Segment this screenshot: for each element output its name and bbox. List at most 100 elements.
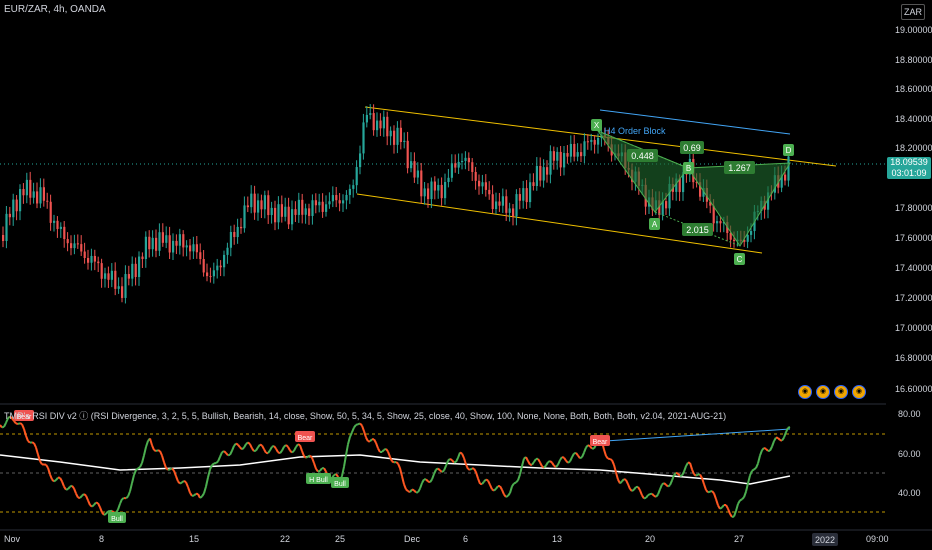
candle-body (304, 208, 307, 215)
rsi-segment (91, 504, 95, 508)
candle-body (365, 114, 368, 123)
candle-body (488, 189, 491, 195)
svg-text:Bull: Bull (111, 516, 123, 523)
rsi-segment (515, 479, 519, 484)
rsi-segment (249, 443, 253, 449)
rsi-segment (743, 491, 747, 498)
rsi-segment (641, 494, 645, 499)
bar-countdown: 03:01:09 (891, 168, 927, 178)
candle-body (267, 195, 270, 216)
candle-body (406, 140, 409, 169)
rsi-hbull-label: H Bull (306, 473, 331, 484)
candle-body (233, 231, 236, 238)
candle-body (15, 199, 18, 212)
navigation-icon-4[interactable]: ◉ (852, 385, 866, 399)
rsi-segment (669, 480, 673, 486)
svg-text:17.80000: 17.80000 (895, 203, 932, 213)
rsi-segment (579, 456, 583, 460)
candle-body (525, 188, 528, 203)
rsi-segment (389, 456, 393, 462)
rsi-segment (83, 493, 87, 497)
candle-body (590, 139, 593, 142)
rsi-segment (747, 475, 751, 484)
rsi-segment (373, 438, 377, 444)
candle-body (719, 221, 722, 224)
candle-body (93, 255, 96, 262)
rsi-segment (349, 431, 353, 438)
candle-body (512, 208, 515, 217)
current-price-value: 18.09539 (890, 157, 928, 167)
candle-body (178, 234, 181, 246)
chart-stage[interactable]: X A B C D 0.448 0.69 1.267 2.015 H4 Orde… (0, 0, 932, 550)
candle-body (518, 194, 521, 201)
candle-body (168, 235, 171, 253)
pattern-point-b: B (683, 162, 694, 174)
rsi-segment (273, 445, 277, 450)
rsi-segment (49, 474, 53, 480)
rsi-segment (627, 483, 631, 490)
svg-text:18.20000: 18.20000 (895, 143, 932, 153)
navigation-icon-2[interactable]: ◉ (816, 385, 830, 399)
candle-body (185, 245, 188, 248)
rsi-segment (131, 474, 135, 484)
candle-body (158, 232, 161, 251)
price-axis[interactable]: 19.00000 18.80000 18.60000 18.40000 18.2… (895, 25, 932, 394)
rsi-segment (253, 449, 257, 453)
rsi-segment (651, 493, 655, 497)
candle-body (515, 194, 518, 217)
rsi-segment (359, 422, 363, 427)
rsi-segment (551, 462, 555, 467)
candle-body (25, 179, 28, 196)
rsi-segment (149, 438, 153, 446)
rsi-segment (559, 456, 563, 461)
candle-body (450, 163, 453, 178)
svg-text:27: 27 (734, 534, 744, 544)
rsi-segment (55, 477, 59, 481)
rsi-segment (459, 451, 463, 455)
rsi-segment (619, 480, 623, 485)
rsi-segment (351, 427, 355, 433)
indicator-legend[interactable]: TMR's RSI DIV v2 ⓘ (RSI Divergence, 3, 2… (4, 409, 726, 422)
svg-text:19.00000: 19.00000 (895, 25, 932, 35)
rsi-segment (555, 463, 559, 468)
time-axis[interactable]: Nov 8 15 22 25 Dec 6 13 20 27 2022 09:00 (4, 533, 889, 546)
pattern-point-x: X (591, 119, 602, 131)
candle-body (457, 161, 460, 168)
rsi-segment (365, 437, 369, 442)
rsi-segment (419, 482, 423, 489)
svg-text:2.015: 2.015 (686, 225, 709, 235)
candle-body (413, 161, 416, 178)
rsi-segment (51, 478, 55, 483)
candle-body (376, 120, 379, 131)
rsi-segment (241, 446, 245, 451)
candle-body (110, 270, 113, 280)
currency-badge[interactable]: ZAR (901, 4, 925, 20)
candle-body (294, 209, 297, 215)
symbol-title[interactable]: EUR/ZAR, 4h, OANDA (4, 4, 106, 15)
candle-body (508, 208, 511, 213)
candle-body (539, 166, 542, 181)
rsi-segment (317, 469, 321, 473)
navigation-icon-1[interactable]: ◉ (798, 385, 812, 399)
rsi-segment (267, 449, 271, 454)
rsi-segment (433, 469, 437, 475)
rsi-segment (291, 450, 295, 454)
candle-body (586, 141, 589, 143)
candle-body (192, 244, 195, 252)
rsi-segment (73, 488, 77, 494)
rsi-segment (67, 485, 71, 490)
rsi-segment (343, 454, 347, 468)
rsi-segment (487, 480, 491, 486)
rsi-segment (269, 446, 273, 451)
rsi-segment (105, 510, 109, 515)
svg-text:2022: 2022 (815, 535, 835, 545)
svg-text:B: B (686, 164, 691, 173)
rsi-segment (725, 504, 729, 510)
rsi-segment (699, 473, 703, 479)
navigation-icon-3[interactable]: ◉ (834, 385, 848, 399)
rsi-segment (251, 447, 255, 452)
rsi-axis[interactable]: 80.00 60.00 40.00 (898, 409, 921, 498)
current-price-label: 18.09539 03:01:09 (887, 157, 931, 179)
svg-text:13: 13 (552, 534, 562, 544)
rsi-segment (247, 441, 251, 445)
